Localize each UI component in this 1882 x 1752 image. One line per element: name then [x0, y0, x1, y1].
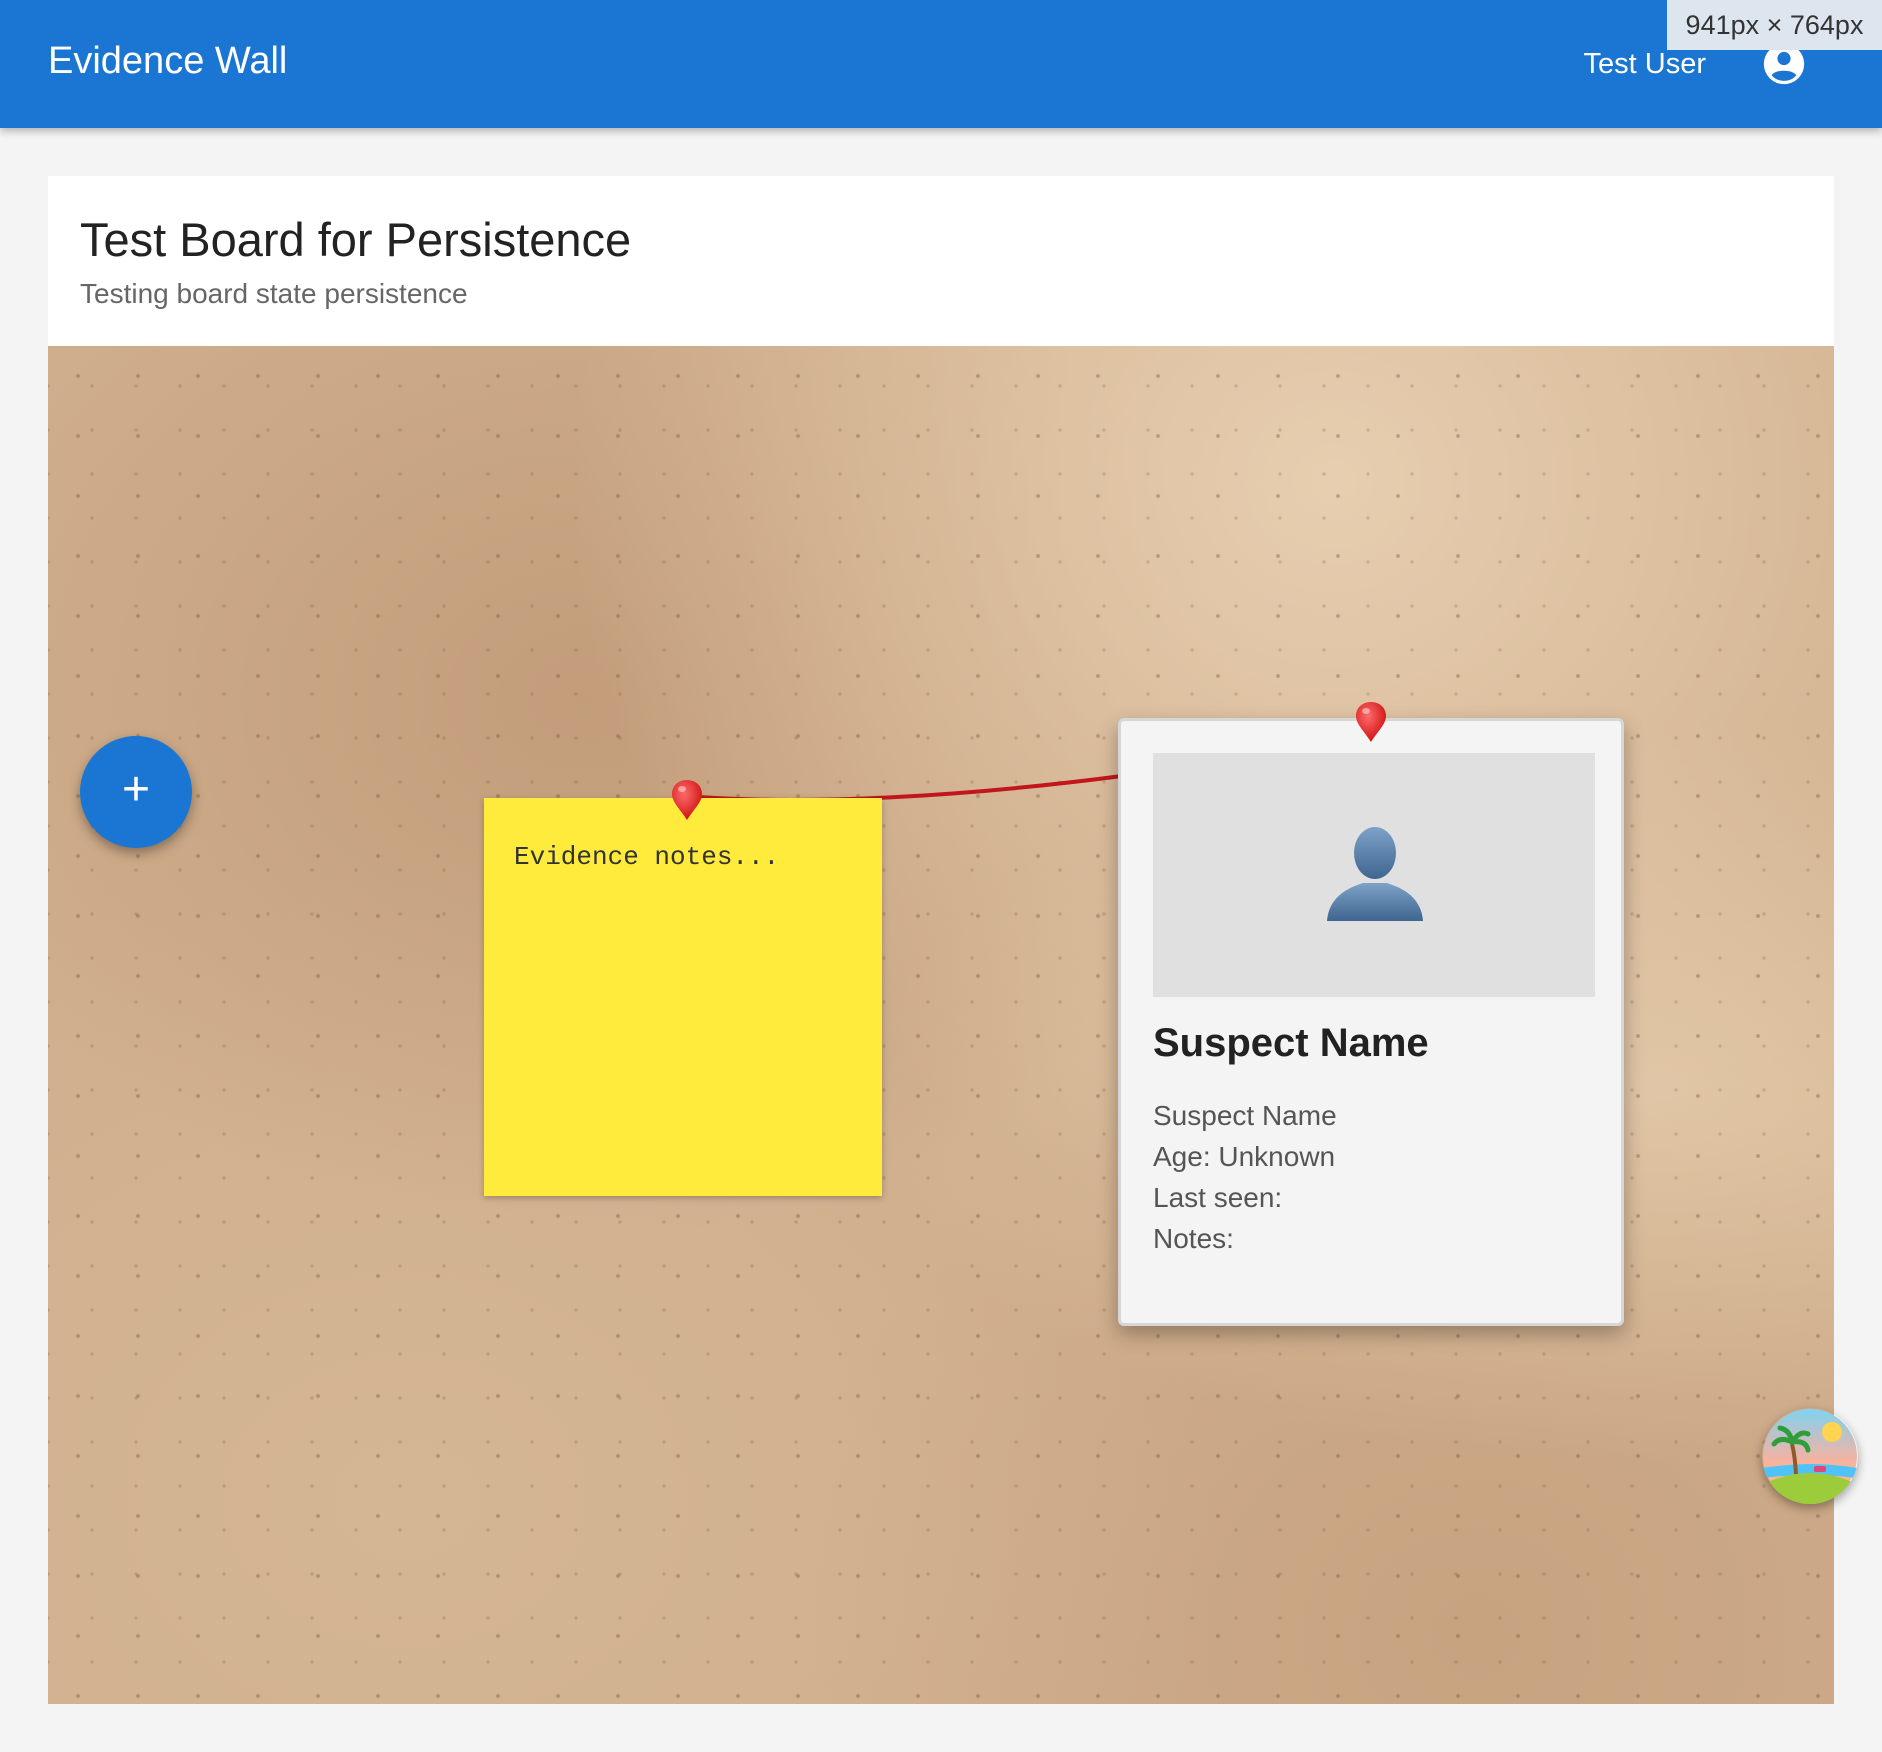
suspect-card-title: Suspect Name — [1153, 1021, 1429, 1065]
suspect-age-line: Age: Unknown — [1153, 1141, 1336, 1172]
suspect-details: Suspect Name Age: Unknown Last seen: Not… — [1153, 1095, 1337, 1259]
suspect-last-seen-line: Last seen: — [1153, 1182, 1283, 1213]
sticky-note[interactable]: Evidence notes... — [484, 798, 882, 1196]
suspect-photo-placeholder[interactable] — [1153, 753, 1595, 997]
app-title: Evidence Wall — [48, 40, 288, 82]
person-silhouette-icon — [1327, 827, 1423, 921]
suspect-notes-line: Notes: — [1153, 1223, 1234, 1254]
push-pin-icon[interactable] — [1353, 700, 1389, 744]
add-item-button[interactable]: + — [80, 736, 192, 848]
cork-board[interactable]: + Evidence notes... Suspect Name Suspect… — [48, 346, 1834, 1704]
beach-island-icon[interactable] — [1762, 1408, 1858, 1504]
push-pin-icon[interactable] — [669, 778, 705, 822]
board-header: Test Board for Persistence Testing board… — [48, 176, 1834, 346]
app-bar: Evidence Wall Test User — [0, 0, 1882, 128]
board-title: Test Board for Persistence — [80, 213, 632, 266]
viewport-size-label: 941px × 764px — [1667, 0, 1882, 50]
user-name: Test User — [1583, 48, 1706, 80]
suspect-name-line: Suspect Name — [1153, 1100, 1337, 1131]
suspect-card[interactable]: Suspect Name Suspect Name Age: Unknown L… — [1118, 718, 1624, 1326]
board-description: Testing board state persistence — [80, 278, 468, 309]
sticky-note-text[interactable]: Evidence notes... — [514, 842, 779, 872]
